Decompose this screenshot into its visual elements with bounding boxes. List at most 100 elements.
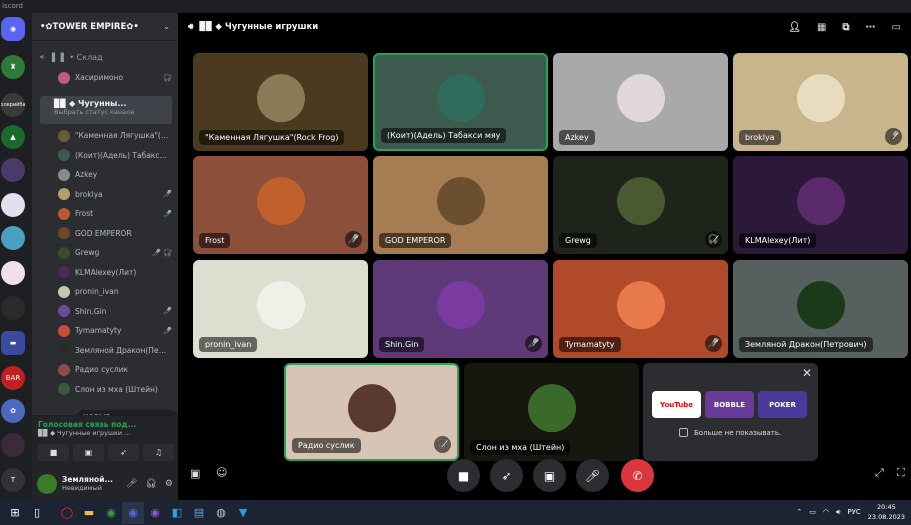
- voice-user[interactable]: Shin.Gin 🎤̸: [58, 303, 172, 320]
- emoji-icon[interactable]: ☺: [216, 466, 227, 479]
- participant-tile[interactable]: Земляной Дракон(Петрович): [733, 260, 908, 358]
- checkbox-icon[interactable]: [679, 428, 688, 437]
- participant-tile[interactable]: broklya 🎤̸: [733, 53, 908, 151]
- server-icon[interactable]: [1, 261, 25, 285]
- mic-icon[interactable]: 🎤︎: [126, 479, 137, 489]
- wifi-icon[interactable]: ◠: [823, 508, 829, 516]
- fullscreen-icon[interactable]: ⛶: [897, 466, 905, 480]
- voice-user[interactable]: KLMAlexey(Лит): [58, 264, 172, 281]
- chevron-up-icon[interactable]: ⌃: [796, 508, 802, 516]
- server-icon[interactable]: [1, 296, 25, 320]
- server-icon[interactable]: ▲: [1, 125, 25, 149]
- server-icon[interactable]: ♜: [1, 55, 25, 79]
- voice-channel-current[interactable]: ▉▉ ◆ Чугунны... Выбрать статус канала: [40, 96, 172, 124]
- steam-icon[interactable]: ◍: [210, 502, 232, 524]
- channel-status[interactable]: Выбрать статус канала: [44, 108, 134, 116]
- activity-card[interactable]: YouTube: [652, 391, 701, 418]
- participant-tile[interactable]: "Каменная Лягушка"(Rock Frog): [193, 53, 368, 151]
- stage-header: 🔊︎ ▉▉ ◆ Чугунные игрушки 👤︎ ▦ ⧉ ⋯ ▭: [178, 13, 911, 41]
- stage-channel-name: ▉▉ ◆ Чугунные игрушки: [199, 22, 319, 32]
- chat-icon[interactable]: ▭: [892, 22, 901, 33]
- server-icon[interactable]: BAR: [1, 366, 25, 390]
- voice-user[interactable]: Azkey: [58, 166, 172, 183]
- participant-tile[interactable]: Shin.Gin 🎤̸: [373, 260, 548, 358]
- participant-tile[interactable]: Frost 🎤̸: [193, 156, 368, 254]
- activity-card[interactable]: BOBBLE: [705, 391, 754, 418]
- grid-layout-icon[interactable]: ▦: [817, 22, 826, 33]
- server-icon[interactable]: ✿: [1, 399, 25, 423]
- server-icon[interactable]: T: [1, 468, 25, 492]
- popout-icon[interactable]: ⧉: [842, 22, 849, 33]
- server-icon[interactable]: [1, 158, 25, 182]
- participant-tile[interactable]: Слон из мха (Штейн): [464, 363, 639, 461]
- participant-tile[interactable]: pronin_ivan: [193, 260, 368, 358]
- participant-tile[interactable]: Радио суслик 🎧̸: [284, 363, 459, 461]
- add-user-icon[interactable]: 👤︎: [788, 22, 801, 33]
- discord-icon[interactable]: ◉: [122, 501, 144, 524]
- activity-rocket-button[interactable]: ➶: [490, 459, 523, 492]
- soundboard-button[interactable]: ♫: [143, 444, 174, 461]
- gear-icon[interactable]: ⚙: [165, 479, 173, 489]
- more-icon[interactable]: ⋯: [866, 22, 876, 33]
- avatar: [256, 281, 305, 330]
- voice-user[interactable]: Frost 🎤̸: [58, 205, 172, 222]
- voice-user[interactable]: Радио суслик: [58, 361, 172, 378]
- server-icon[interactable]: олерийба: [1, 93, 25, 117]
- participant-tile[interactable]: KLMAlexey(Лит): [733, 156, 908, 254]
- notes-icon[interactable]: ▤: [188, 502, 210, 524]
- participant-tile[interactable]: Azkey: [553, 53, 728, 151]
- task-view-icon[interactable]: ▯: [26, 502, 48, 524]
- server-icon[interactable]: [1, 193, 25, 217]
- participant-tile[interactable]: (Коит)(Адель) Табакси мяу: [373, 53, 548, 151]
- dont-show-checkbox[interactable]: Больше не показывать.: [679, 428, 781, 437]
- popout-icon[interactable]: ⤢: [875, 466, 884, 480]
- participant-tile[interactable]: Grewg 🎧̸: [553, 156, 728, 254]
- voice-user[interactable]: Слон из мха (Штейн): [58, 381, 172, 398]
- voice-user[interactable]: pronin_ivan: [58, 283, 172, 300]
- voice-connected-channel[interactable]: ▉▉ ◆ Чугунные игрушки ...: [38, 429, 172, 437]
- participant-tile[interactable]: Tymamatyty 🎤̸: [553, 260, 728, 358]
- voice-channel-sklad[interactable]: 🔊︎ ▌ ▌ • Склад: [40, 49, 172, 66]
- volume-icon[interactable]: 🔊︎: [836, 508, 840, 517]
- mic-button[interactable]: 🎤︎: [576, 459, 609, 492]
- chevron-down-icon[interactable]: ⌄: [163, 22, 170, 31]
- voice-user[interactable]: Grewg 🎤̸ 🎧̸: [58, 244, 172, 261]
- voice-connected-panel: Голосовая связь под... ▉▉ ◆ Чугунные игр…: [32, 415, 178, 467]
- voice-status-icon: 🎤̸: [163, 190, 172, 198]
- voice-user[interactable]: (Коит)(Адель) Табакси ...: [58, 147, 172, 164]
- screen-share-button[interactable]: ▣: [73, 444, 104, 461]
- voice-user[interactable]: broklya 🎤̸: [58, 186, 172, 203]
- guild-header[interactable]: •✿TOWER EMPIRE✿• ⌄: [32, 13, 178, 41]
- language-indicator[interactable]: РУС: [847, 508, 860, 516]
- voice-user[interactable]: Tymamatyty 🎤̸: [58, 322, 172, 339]
- headphones-icon[interactable]: 🎧︎: [145, 479, 156, 489]
- voice-user[interactable]: "Каменная Лягушка"(R...: [58, 127, 172, 144]
- server-icon[interactable]: [1, 433, 25, 457]
- opera-icon[interactable]: ◯: [56, 502, 78, 524]
- voice-user[interactable]: GOD EMPEROR: [58, 225, 172, 242]
- activity-button[interactable]: ➶: [108, 444, 139, 461]
- app-icon[interactable]: ◧: [166, 502, 188, 524]
- viber-icon[interactable]: ◉: [144, 502, 166, 524]
- soundboard-icon[interactable]: ▣: [190, 467, 200, 480]
- close-icon[interactable]: ✕: [802, 366, 812, 380]
- participant-tile[interactable]: GOD EMPEROR: [373, 156, 548, 254]
- discord-home-icon[interactable]: ◉: [1, 17, 25, 41]
- windows-start-icon[interactable]: ⊞: [4, 502, 26, 524]
- clock[interactable]: 20:45 23.08.2023: [868, 502, 905, 522]
- voice-user[interactable]: Хасиримоно 🎧̸: [58, 69, 172, 86]
- camera-button[interactable]: ■: [447, 459, 480, 492]
- file-explorer-icon[interactable]: ▬: [78, 502, 100, 524]
- avatar: [58, 246, 70, 259]
- screen-share-button[interactable]: ▣: [533, 459, 566, 492]
- disconnect-button[interactable]: ✆: [621, 459, 654, 492]
- chrome-icon[interactable]: ◉: [100, 502, 122, 524]
- folder-icon[interactable]: ▬: [1, 331, 25, 355]
- participant-name: pronin_ivan: [199, 337, 258, 352]
- voice-user[interactable]: Земляной Дракон(Петр...: [58, 342, 172, 359]
- avatar[interactable]: [37, 473, 57, 494]
- camera-button[interactable]: ■: [38, 444, 69, 461]
- activity-card[interactable]: POKER: [758, 391, 807, 418]
- app-icon[interactable]: ▼: [232, 502, 254, 524]
- server-icon[interactable]: [1, 226, 25, 250]
